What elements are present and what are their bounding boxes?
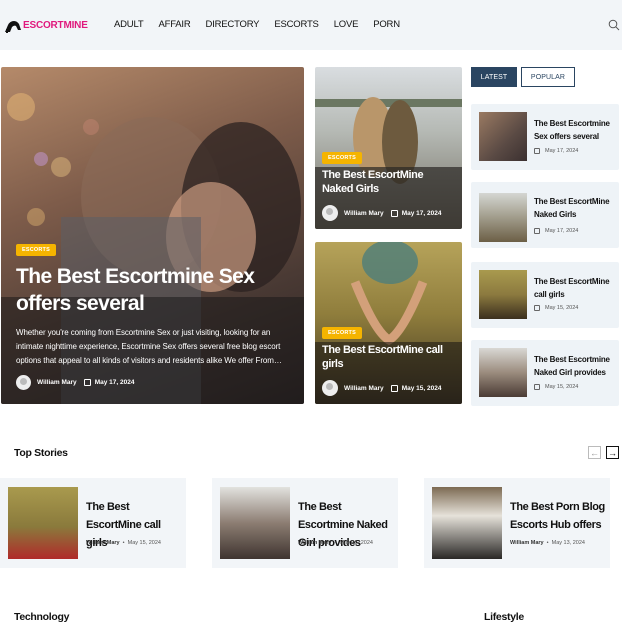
sidebar-post[interactable]: The Best Escortmine Naked Girl provides … (471, 340, 619, 406)
avatar[interactable] (16, 375, 31, 390)
sidebar-post-title[interactable]: The Best Escortmine Naked Girl provides (534, 353, 617, 379)
sidebar-post-date: May 15, 2024 (534, 384, 578, 390)
story-meta: William Mary • May 15, 2024 (86, 540, 161, 546)
middle-card-2-date: May 15, 2024 (401, 384, 442, 392)
hero-overlay: ESCORTS The Best Escortmine Sex offers s… (1, 238, 304, 404)
sidebar-post[interactable]: The Best EscortMine call girls May 15, 2… (471, 262, 619, 328)
story-thumbnail[interactable] (220, 487, 290, 559)
next-arrow-button[interactable]: → (606, 446, 619, 459)
calendar-icon (390, 209, 398, 217)
nav-item-affair[interactable]: AFFAIR (158, 19, 190, 30)
sidebar-post-thumbnail[interactable] (479, 270, 527, 319)
story-title[interactable]: The Best Porn Blog Escorts Hub offers (510, 498, 606, 534)
sidebar-post-date: May 17, 2024 (534, 228, 578, 234)
site-logo[interactable]: ESCORTMINE (4, 16, 88, 34)
story-author[interactable]: William Mary (298, 540, 332, 546)
tab-latest[interactable]: LATEST (471, 67, 517, 87)
middle-card-1[interactable]: ESCORTS The Best EscortMine Naked Girls … (315, 67, 462, 229)
main-nav: ADULT AFFAIR DIRECTORY ESCORTS LOVE PORN (114, 19, 415, 30)
site-header: ESCORTMINE ADULT AFFAIR DIRECTORY ESCORT… (0, 0, 622, 50)
middle-card-2[interactable]: ESCORTS The Best EscortMine call girls W… (315, 242, 462, 404)
calendar-icon (83, 379, 91, 386)
sidebar-post-date-text: May 17, 2024 (545, 228, 579, 234)
middle-card-2-meta: William Mary May 15, 2024 (322, 380, 454, 396)
hero-meta: William Mary May 17, 2024 (16, 375, 290, 390)
hero-description: Whether you're coming from Escortmine Se… (16, 328, 282, 365)
story-thumbnail[interactable] (432, 487, 502, 559)
arrow-left-icon: ← (590, 447, 599, 458)
sidebar-post-date-text: May 15, 2024 (545, 384, 579, 390)
post-tabs: LATEST POPULAR (471, 67, 575, 87)
middle-card-2-overlay: ESCORTS The Best EscortMine call girls W… (315, 321, 462, 404)
nav-item-love[interactable]: LOVE (334, 19, 359, 30)
sidebar-post[interactable]: The Best Escortmine Sex offers several M… (471, 104, 619, 170)
arrow-right-icon: → (608, 447, 617, 458)
story-card[interactable]: The Best EscortMine call girls William M… (0, 478, 186, 568)
hero-title[interactable]: The Best Escortmine Sex offers several (16, 263, 290, 317)
nav-item-adult[interactable]: ADULT (114, 19, 144, 30)
sidebar-post-title[interactable]: The Best EscortMine call girls (534, 275, 617, 301)
story-date: May 13, 2024 (551, 540, 585, 546)
sidebar-post-title[interactable]: The Best EscortMine Naked Girls (534, 195, 617, 221)
hero-card[interactable]: ESCORTS The Best Escortmine Sex offers s… (1, 67, 304, 404)
calendar-icon (534, 228, 540, 234)
story-date: May 15, 2024 (339, 540, 373, 546)
sidebar-post-date: May 17, 2024 (534, 148, 578, 154)
avatar[interactable] (322, 205, 338, 221)
sidebar-post-title[interactable]: The Best Escortmine Sex offers several (534, 117, 617, 143)
sidebar-post-thumbnail[interactable] (479, 348, 527, 397)
hero-date: May 17, 2024 (94, 379, 135, 386)
search-icon[interactable] (608, 19, 620, 31)
middle-card-1-badge[interactable]: ESCORTS (322, 152, 362, 164)
hero-category-badge[interactable]: ESCORTS (16, 244, 56, 256)
middle-card-2-badge[interactable]: ESCORTS (322, 327, 362, 339)
middle-card-1-overlay: ESCORTS The Best EscortMine Naked Girls … (315, 146, 462, 229)
story-author[interactable]: William Mary (510, 540, 544, 546)
sidebar-post-thumbnail[interactable] (479, 112, 527, 161)
middle-card-1-author[interactable]: William Mary (344, 210, 384, 217)
story-meta: William Mary • May 15, 2024 (298, 540, 373, 546)
story-card[interactable]: The Best Porn Blog Escorts Hub offers Wi… (424, 478, 610, 568)
middle-card-2-title[interactable]: The Best EscortMine call girls (322, 343, 454, 371)
top-stories-heading: Top Stories (14, 447, 68, 459)
sidebar-post-date: May 15, 2024 (534, 305, 578, 311)
story-thumbnail[interactable] (8, 487, 78, 559)
calendar-icon (390, 384, 398, 392)
sidebar-post-thumbnail[interactable] (479, 193, 527, 242)
hero-author[interactable]: William Mary (37, 379, 77, 386)
avatar[interactable] (322, 380, 338, 396)
story-meta: William Mary • May 13, 2024 (510, 540, 585, 546)
middle-card-2-author[interactable]: William Mary (344, 385, 384, 392)
heel-logo-icon (5, 21, 21, 33)
tab-popular[interactable]: POPULAR (521, 67, 575, 87)
page: ESCORTMINE ADULT AFFAIR DIRECTORY ESCORT… (0, 0, 622, 622)
logo-text: ESCORTMINE (23, 19, 88, 31)
calendar-icon (534, 305, 540, 311)
middle-card-1-title[interactable]: The Best EscortMine Naked Girls (322, 168, 454, 196)
technology-heading: Technology (14, 611, 70, 622)
middle-card-1-date: May 17, 2024 (401, 209, 442, 217)
nav-item-directory[interactable]: DIRECTORY (206, 19, 260, 30)
sidebar-post[interactable]: The Best EscortMine Naked Girls May 17, … (471, 182, 619, 248)
sidebar-post-date-text: May 17, 2024 (545, 148, 579, 154)
nav-item-porn[interactable]: PORN (373, 19, 400, 30)
calendar-icon (534, 384, 540, 390)
story-card[interactable]: The Best Escortmine Naked Girl provides … (212, 478, 398, 568)
middle-card-1-meta: William Mary May 17, 2024 (322, 205, 454, 221)
story-date: May 15, 2024 (127, 540, 161, 546)
prev-arrow-button[interactable]: ← (588, 446, 601, 459)
story-author[interactable]: William Mary (86, 540, 120, 546)
nav-item-escorts[interactable]: ESCORTS (274, 19, 319, 30)
lifestyle-heading: Lifestyle (484, 611, 524, 622)
sidebar-post-date-text: May 15, 2024 (545, 305, 579, 311)
calendar-icon (534, 148, 540, 154)
